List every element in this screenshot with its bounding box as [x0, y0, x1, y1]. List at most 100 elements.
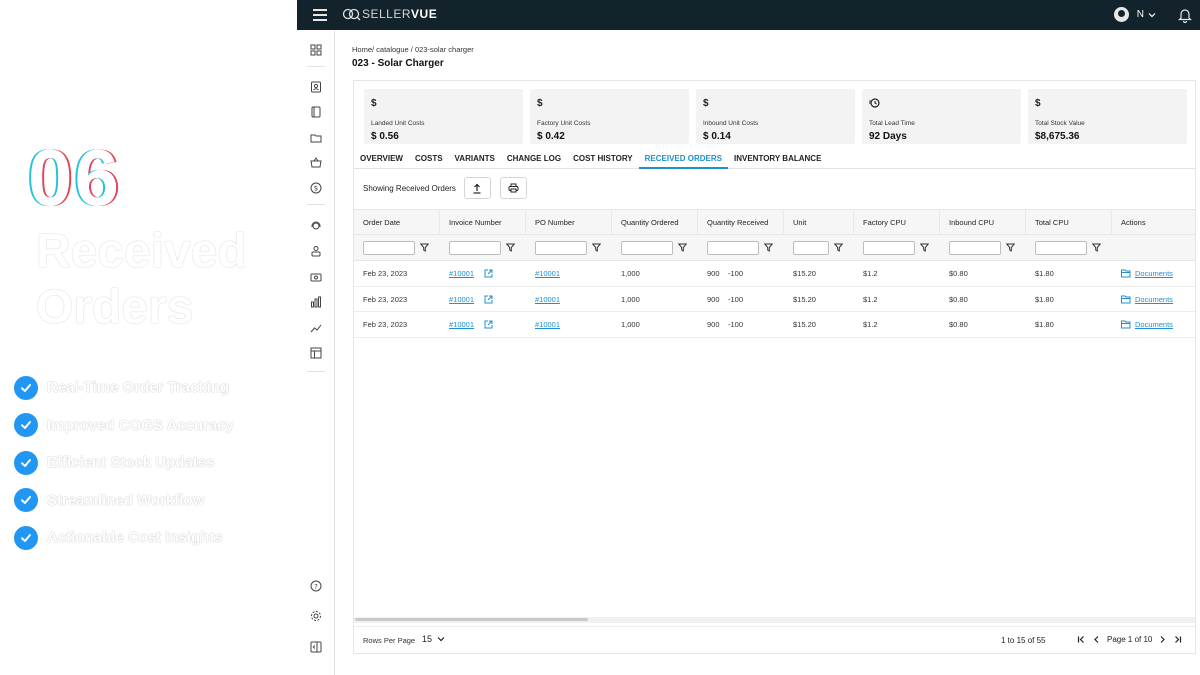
rows-per-page-label: Rows Per Page	[363, 636, 416, 645]
external-link-icon[interactable]	[484, 269, 493, 278]
cost-summary-cards: $ Landed Unit Costs $ 0.56 $ Factory Uni…	[364, 89, 1187, 144]
filter-input-po-number[interactable]	[535, 241, 587, 255]
chevron-down-icon	[437, 637, 445, 642]
tab-change-log[interactable]: CHANGE LOG	[501, 151, 567, 169]
invoice-link[interactable]: #10001	[449, 287, 474, 312]
sidebar-divider	[307, 66, 325, 67]
chevron-down-icon	[1148, 12, 1156, 17]
col-factory-cpu[interactable]: Factory CPU	[854, 210, 940, 236]
currency-exchange-icon[interactable]: $	[310, 182, 322, 194]
tab-variants[interactable]: VARIANTS	[449, 151, 501, 169]
scrollbar-thumb[interactable]	[355, 618, 588, 621]
tab-costs[interactable]: COSTS	[409, 151, 449, 169]
documents-link[interactable]: Documents	[1135, 287, 1173, 312]
folder-icon[interactable]	[310, 132, 322, 144]
cell-quantity-received: 900	[707, 269, 720, 278]
filter-icon[interactable]	[506, 243, 515, 252]
promo-title: Received Orders	[36, 225, 247, 334]
card-label: Total Lead Time	[869, 120, 915, 127]
card-value: 92 Days	[869, 131, 907, 142]
tab-received-orders[interactable]: RECEIVED ORDERS	[638, 151, 728, 169]
filter-icon[interactable]	[834, 243, 843, 252]
user-settings-icon[interactable]	[310, 245, 322, 257]
promo-feature: Real-Time Order Tracking	[14, 369, 234, 407]
table-layout-icon[interactable]	[310, 347, 322, 359]
next-page-icon[interactable]	[1158, 635, 1167, 644]
cell-order-date: Feb 23, 2023	[363, 294, 408, 304]
support-agent-icon[interactable]	[310, 220, 322, 232]
cell-quantity-difference: -100	[728, 269, 744, 278]
bar-chart-icon[interactable]	[310, 296, 322, 308]
table-row: Feb 23, 2023 #10001 #10001 1,000 900 -10…	[354, 312, 1195, 338]
filter-icon[interactable]	[678, 243, 687, 252]
hamburger-menu-icon[interactable]	[313, 8, 327, 22]
po-link[interactable]: #10001	[535, 312, 560, 337]
col-quantity-ordered[interactable]: Quantity Ordered	[612, 210, 698, 236]
po-link[interactable]: #10001	[535, 287, 560, 312]
tab-overview[interactable]: OVERVIEW	[354, 151, 409, 169]
horizontal-scrollbar[interactable]	[354, 617, 1195, 623]
filter-input-invoice-number[interactable]	[449, 241, 501, 255]
notification-bell-icon[interactable]	[1178, 7, 1192, 23]
contacts-icon[interactable]	[310, 81, 322, 93]
filter-input-quantity-ordered[interactable]	[621, 241, 673, 255]
breadcrumb[interactable]: Home/ catalogue / 023-solar charger	[352, 45, 474, 54]
folder-open-icon	[1121, 320, 1131, 329]
col-unit[interactable]: Unit	[784, 210, 854, 236]
col-quantity-received[interactable]: Quantity Received	[698, 210, 784, 236]
promo-feature-label: Efficient Stock Updates	[47, 454, 215, 472]
invoice-link[interactable]: #10001	[449, 312, 474, 337]
filter-icon[interactable]	[920, 243, 929, 252]
documents-link[interactable]: Documents	[1135, 261, 1173, 286]
cell-quantity-difference: -100	[728, 320, 744, 329]
external-link-icon[interactable]	[484, 295, 493, 304]
table-header: Order Date Invoice Number PO Number Quan…	[354, 209, 1195, 236]
pagination-range: 1 to 15 of 55	[1001, 636, 1046, 645]
dashboard-icon[interactable]	[310, 44, 322, 56]
trend-line-icon[interactable]	[310, 322, 322, 334]
filter-icon[interactable]	[1006, 243, 1015, 252]
basket-icon[interactable]	[310, 157, 322, 169]
help-icon[interactable]: ?	[310, 580, 322, 592]
po-link[interactable]: #10001	[535, 261, 560, 286]
col-po-number[interactable]: PO Number	[526, 210, 612, 236]
tab-inventory-balance[interactable]: INVENTORY BALANCE	[728, 151, 827, 169]
first-page-icon[interactable]	[1077, 635, 1086, 644]
card-inbound-unit-costs: $ Inbound Unit Costs $ 0.14	[696, 89, 855, 144]
upload-button[interactable]	[463, 177, 491, 199]
app-logo[interactable]: SELLER VUE	[342, 7, 437, 21]
col-invoice-number[interactable]: Invoice Number	[440, 210, 526, 236]
col-inbound-cpu[interactable]: Inbound CPU	[940, 210, 1026, 236]
filter-icon[interactable]	[420, 243, 429, 252]
external-link-icon[interactable]	[484, 320, 493, 329]
filter-icon[interactable]	[1092, 243, 1101, 252]
invoice-link[interactable]: #10001	[449, 261, 474, 286]
pager: Page 1 of 10	[1074, 635, 1185, 644]
cell-order-date: Feb 23, 2023	[363, 320, 408, 329]
payments-icon[interactable]	[310, 271, 322, 283]
previous-page-icon[interactable]	[1092, 635, 1101, 644]
card-value: $8,675.36	[1035, 131, 1080, 142]
user-menu[interactable]: N	[1113, 7, 1156, 22]
table-row: Feb 23, 2023 #10001 #10001 1,000 900 -10…	[354, 287, 1195, 312]
catalogue-book-icon[interactable]	[310, 106, 322, 118]
filter-input-factory-cpu[interactable]	[863, 241, 915, 255]
filter-icon[interactable]	[764, 243, 773, 252]
gear-icon[interactable]	[310, 610, 322, 622]
filter-input-quantity-received[interactable]	[707, 241, 759, 255]
filter-input-total-cpu[interactable]	[1035, 241, 1087, 255]
filter-input-order-date[interactable]	[363, 241, 415, 255]
tab-cost-history[interactable]: COST HISTORY	[567, 151, 639, 169]
promo-feature: Actionable Cost Insights	[14, 519, 234, 557]
filter-input-inbound-cpu[interactable]	[949, 241, 1001, 255]
rows-per-page-select[interactable]: 15	[422, 634, 445, 644]
card-label: Landed Unit Costs	[371, 120, 425, 127]
last-page-icon[interactable]	[1173, 635, 1182, 644]
documents-link[interactable]: Documents	[1135, 312, 1173, 337]
print-button[interactable]	[499, 177, 527, 199]
col-total-cpu[interactable]: Total CPU	[1026, 210, 1112, 236]
col-order-date[interactable]: Order Date	[354, 210, 440, 236]
filter-input-unit[interactable]	[793, 241, 829, 255]
collapse-sidebar-icon[interactable]	[310, 641, 322, 653]
filter-icon[interactable]	[592, 243, 601, 252]
